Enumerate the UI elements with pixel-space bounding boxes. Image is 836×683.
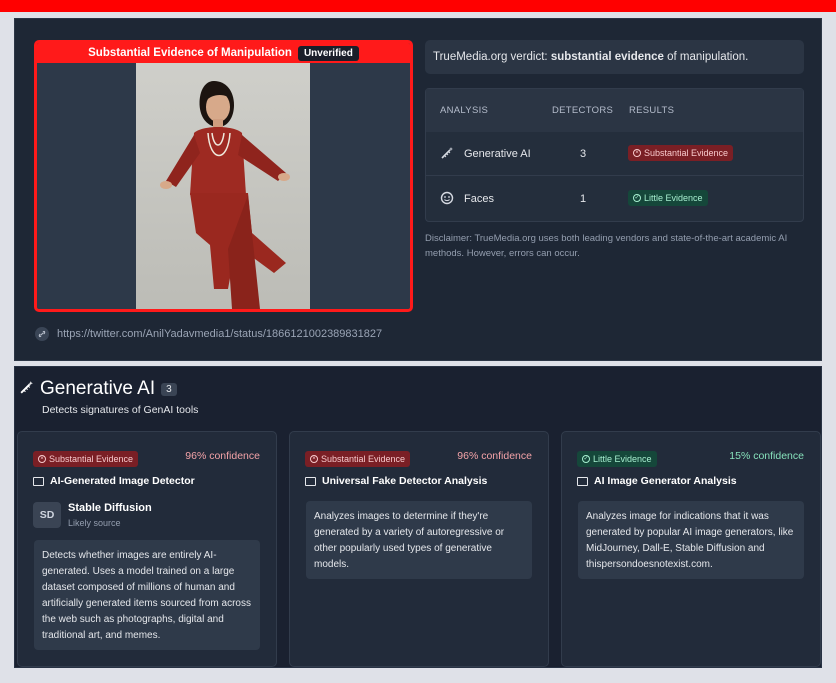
check-circle-icon: ✓ [633, 194, 641, 202]
result-badge: × Substantial Evidence [33, 447, 139, 467]
source-url-row[interactable]: https://twitter.com/AnilYadavmedia1/stat… [35, 327, 382, 341]
generative-ai-section: Generative AI 3 Detects signatures of Ge… [14, 366, 822, 668]
header-analysis: ANALYSIS [440, 105, 489, 116]
verdict-prefix: TrueMedia.org verdict: [433, 51, 551, 63]
magic-wand-icon [440, 146, 456, 162]
result-label: Substantial Evidence [644, 148, 729, 158]
analysis-name: Generative AI [464, 148, 531, 160]
analysis-table-header: ANALYSIS DETECTORS RESULTS [426, 89, 803, 132]
detector-card-universal-fake[interactable]: × Substantial Evidence 96% confidence Uni… [289, 431, 549, 667]
badge-label: Substantial Evidence [49, 454, 134, 464]
detector-count: 1 [580, 193, 587, 205]
detector-title: AI Image Generator Analysis [577, 475, 737, 487]
verdict-suffix: of manipulation. [663, 51, 749, 63]
detector-card-ai-image-generator[interactable]: ✓ Little Evidence 15% confidence AI Image… [561, 431, 821, 667]
result-badge: × Substantial Evidence [628, 145, 734, 161]
result-badge: ✓ Little Evidence [628, 190, 708, 206]
source-name: Stable Diffusion [68, 502, 152, 514]
magic-wand-icon [19, 380, 34, 398]
source-subtitle: Likely source [68, 518, 121, 528]
confidence-value: 96% confidence [457, 450, 532, 462]
link-icon [35, 327, 49, 341]
face-icon [440, 191, 456, 207]
alert-top-bar [0, 0, 836, 12]
table-row[interactable]: Generative AI 3 × Substantial Evidence [426, 132, 803, 176]
section-title: Generative AI [40, 378, 156, 399]
analysis-name: Faces [464, 193, 494, 205]
verdict-strong: substantial evidence [550, 51, 664, 63]
result-label: Little Evidence [644, 193, 703, 203]
section-subtitle: Detects signatures of GenAI tools [42, 404, 199, 416]
header-results: RESULTS [629, 105, 675, 116]
analysis-table: ANALYSIS DETECTORS RESULTS Generative AI… [425, 88, 804, 222]
confidence-value: 15% confidence [729, 450, 804, 462]
check-circle-icon: ✓ [582, 455, 590, 463]
media-header: Substantial Evidence of Manipulation Unv… [37, 43, 410, 63]
verdict-panel: Substantial Evidence of Manipulation Unv… [14, 18, 822, 361]
result-badge: × Substantial Evidence [305, 447, 411, 467]
section-header: Generative AI 3 [19, 378, 177, 400]
x-circle-icon: × [310, 455, 318, 463]
media-preview: Substantial Evidence of Manipulation Unv… [34, 40, 413, 312]
image-icon [305, 476, 316, 486]
unverified-badge: Unverified [297, 45, 359, 61]
confidence-value: 96% confidence [185, 450, 260, 462]
detector-title: AI-Generated Image Detector [33, 475, 195, 487]
detector-description: Analyzes image for indications that it w… [578, 501, 804, 579]
detector-card-ai-generated-image[interactable]: × Substantial Evidence 96% confidence AI-… [17, 431, 277, 667]
table-row[interactable]: Faces 1 ✓ Little Evidence [426, 177, 803, 221]
detector-title-text: AI-Generated Image Detector [50, 475, 195, 487]
badge-label: Substantial Evidence [321, 454, 406, 464]
detector-count-badge: 3 [161, 382, 177, 396]
detector-description: Analyzes images to determine if they're … [306, 501, 532, 579]
result-badge: ✓ Little Evidence [577, 447, 657, 467]
woman-photo-illustration [136, 63, 310, 309]
media-image[interactable] [136, 63, 310, 309]
detector-title-text: Universal Fake Detector Analysis [322, 475, 488, 487]
verdict-summary: TrueMedia.org verdict: substantial evide… [425, 40, 804, 74]
detector-count: 3 [580, 148, 587, 160]
source-avatar: SD [33, 502, 61, 528]
source-url[interactable]: https://twitter.com/AnilYadavmedia1/stat… [57, 328, 382, 340]
detector-title-text: AI Image Generator Analysis [594, 475, 737, 487]
detector-description: Detects whether images are entirely AI-g… [34, 540, 260, 650]
media-verdict-title: Substantial Evidence of Manipulation [88, 47, 292, 59]
image-icon [577, 476, 588, 486]
image-icon [33, 476, 44, 486]
header-detectors: DETECTORS [552, 105, 614, 116]
x-circle-icon: × [633, 149, 641, 157]
x-circle-icon: × [38, 455, 46, 463]
disclaimer-text: Disclaimer: TrueMedia.org uses both lead… [425, 233, 788, 260]
badge-label: Little Evidence [593, 454, 652, 464]
detector-title: Universal Fake Detector Analysis [305, 475, 487, 487]
